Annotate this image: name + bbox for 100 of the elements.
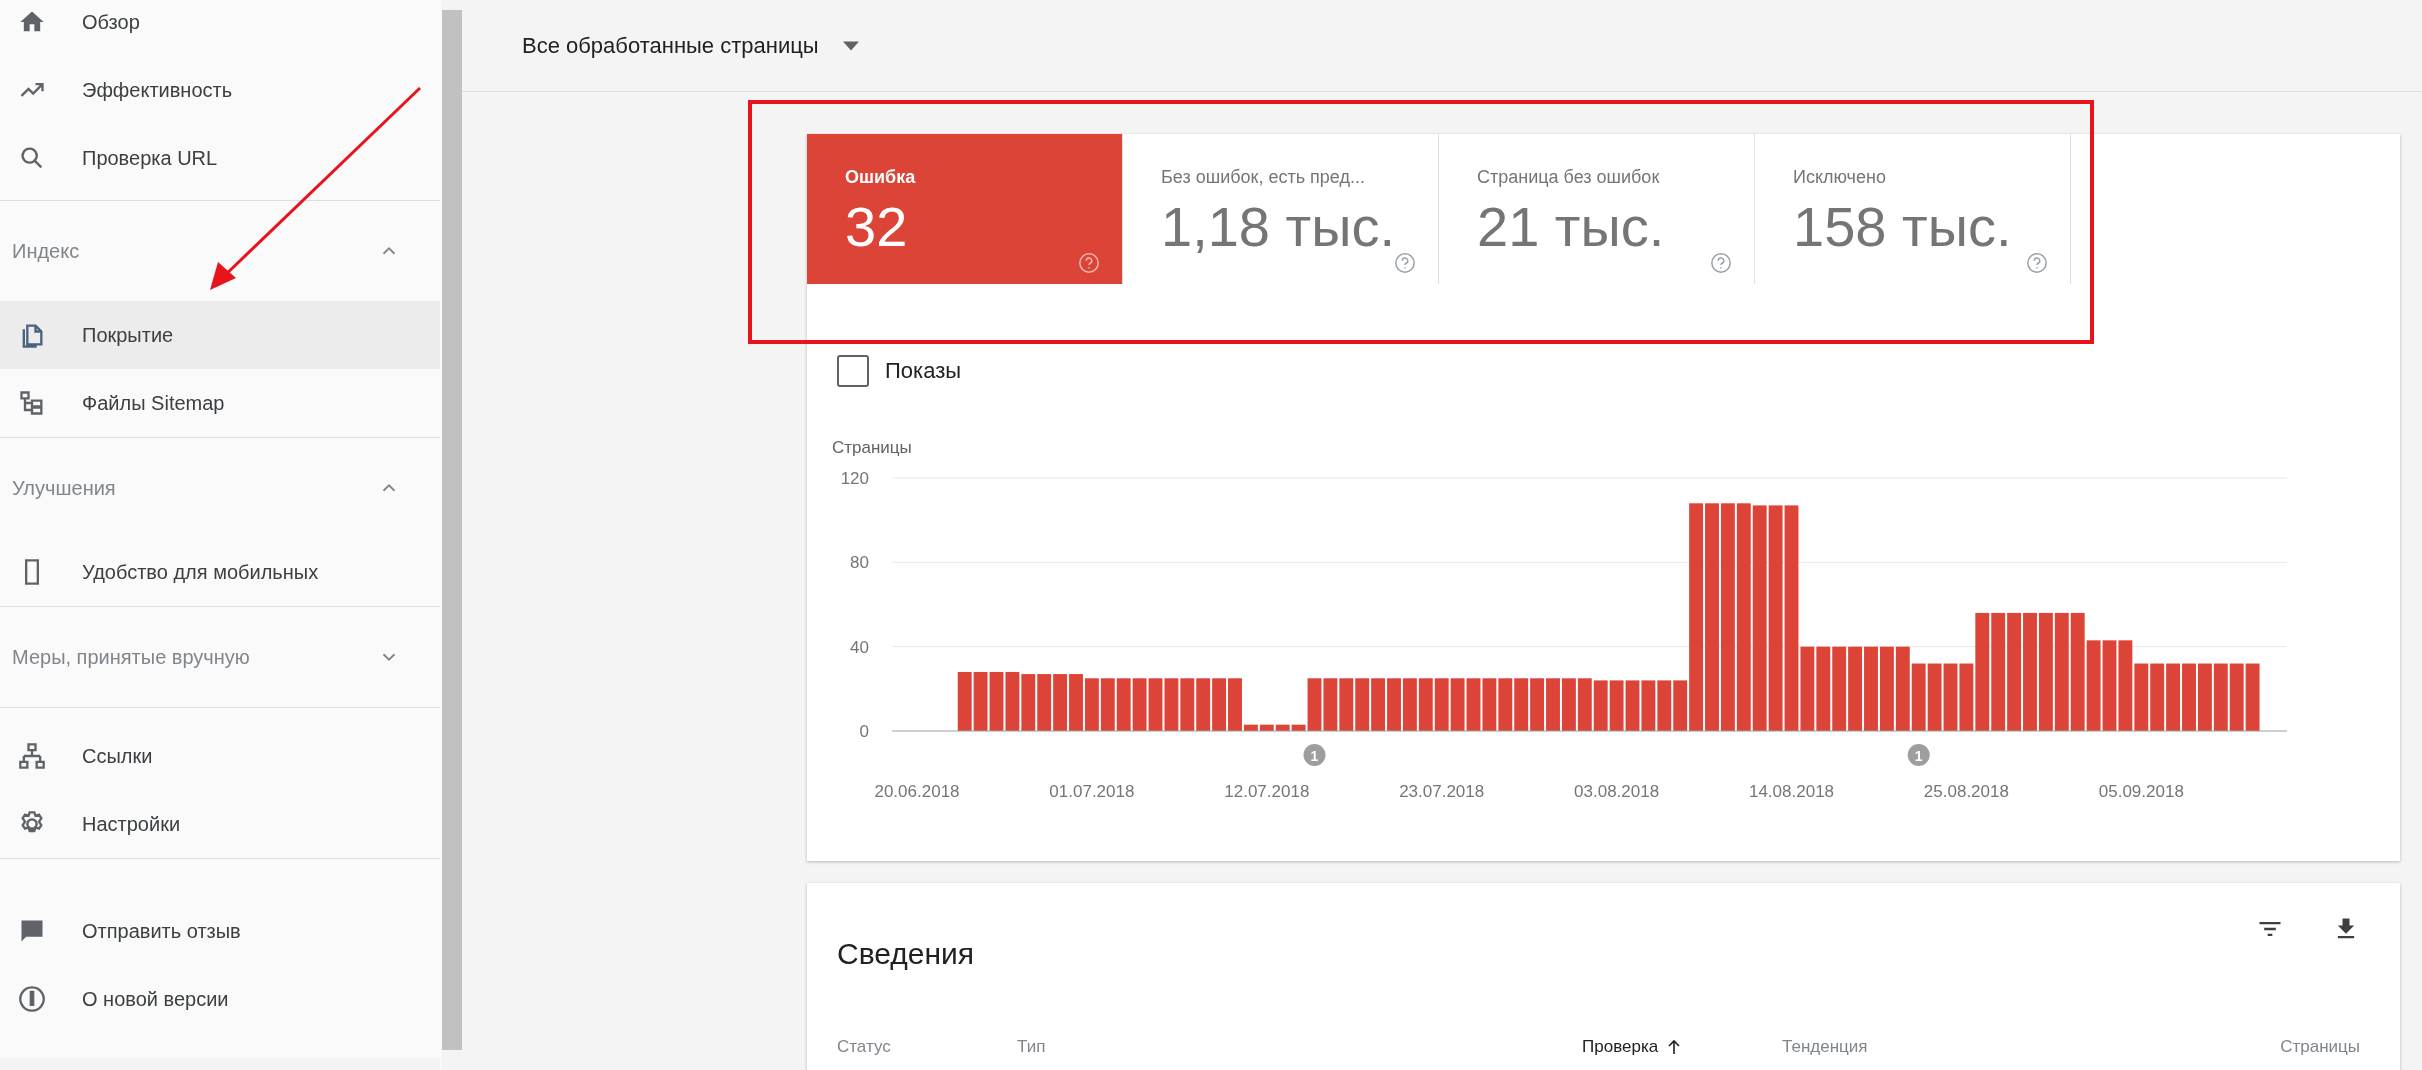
sidebar-item[interactable]: Удобство для мобильных (0, 538, 440, 606)
bar[interactable] (1720, 503, 1735, 731)
bar[interactable] (1752, 505, 1767, 731)
bar[interactable] (1307, 678, 1322, 731)
bar[interactable] (1355, 678, 1370, 731)
bar[interactable] (2007, 612, 2022, 731)
bar[interactable] (1180, 678, 1195, 731)
bar[interactable] (2166, 663, 2181, 731)
bar[interactable] (2038, 612, 2053, 731)
bar[interactable] (1275, 724, 1290, 731)
scrollbar[interactable] (442, 10, 462, 1050)
bar[interactable] (1291, 724, 1306, 731)
bar[interactable] (973, 671, 988, 731)
sidebar-item[interactable]: Проверка URL (0, 124, 440, 192)
sidebar-item[interactable]: Покрытие (0, 301, 440, 369)
bar[interactable] (1561, 678, 1576, 731)
bar[interactable] (1498, 678, 1513, 731)
bar[interactable] (1323, 678, 1338, 731)
bar[interactable] (2197, 663, 2212, 731)
bar[interactable] (989, 671, 1004, 731)
bar[interactable] (1641, 680, 1656, 731)
bar[interactable] (1625, 680, 1640, 731)
sidebar-item[interactable]: Файлы Sitemap (0, 369, 440, 437)
sidebar-item[interactable]: О новой версии (0, 965, 440, 1033)
sidebar-item[interactable]: Настройки (0, 790, 440, 858)
bar[interactable] (1689, 503, 1704, 731)
bar[interactable] (1848, 646, 1863, 731)
bar[interactable] (2150, 663, 2165, 731)
status-tab[interactable]: Страница без ошибок 21 тыс. (1439, 134, 1755, 284)
bar[interactable] (1927, 663, 1942, 731)
bar[interactable] (1466, 678, 1481, 731)
bar[interactable] (1736, 503, 1751, 731)
bar[interactable] (1021, 674, 1036, 731)
bar[interactable] (1911, 663, 1926, 731)
bar[interactable] (1514, 678, 1529, 731)
bar[interactable] (1816, 646, 1831, 731)
bar[interactable] (1418, 678, 1433, 731)
column-header[interactable]: Тенденция (1782, 1037, 1868, 1056)
bar[interactable] (1800, 646, 1815, 731)
bar[interactable] (1577, 678, 1592, 731)
bar[interactable] (1482, 678, 1497, 731)
help-icon[interactable] (1078, 252, 1100, 274)
filter-dropdown[interactable]: Все обработанные страницы (522, 29, 859, 62)
help-icon[interactable] (2026, 252, 2048, 274)
bar[interactable] (1943, 663, 1958, 731)
bar[interactable] (1116, 678, 1131, 731)
bar[interactable] (1434, 678, 1449, 731)
bar[interactable] (2118, 640, 2133, 731)
bar[interactable] (1657, 680, 1672, 731)
bar[interactable] (1593, 680, 1608, 731)
bar[interactable] (2102, 640, 2117, 731)
bar[interactable] (1339, 678, 1354, 731)
bar[interactable] (1037, 674, 1052, 731)
status-tab[interactable]: Без ошибок, есть пред... 1,18 тыс. (1123, 134, 1439, 284)
sidebar-item[interactable]: Обзор (0, 0, 440, 56)
help-icon[interactable] (1710, 252, 1732, 274)
bar[interactable] (1212, 678, 1227, 731)
column-header[interactable]: Статус (837, 1037, 891, 1056)
bar[interactable] (1768, 505, 1783, 731)
bar[interactable] (1084, 678, 1099, 731)
help-icon[interactable] (1394, 252, 1416, 274)
status-tab[interactable]: Исключено 158 тыс. (1755, 134, 2071, 284)
sidebar-item[interactable]: Эффективность (0, 56, 440, 124)
bar[interactable] (1673, 680, 1688, 731)
bar[interactable] (1371, 678, 1386, 731)
bar[interactable] (1832, 646, 1847, 731)
bar[interactable] (1100, 678, 1115, 731)
bar[interactable] (1243, 724, 1258, 731)
bar[interactable] (1402, 678, 1417, 731)
checkbox[interactable] (837, 354, 869, 387)
bar[interactable] (1784, 505, 1799, 731)
bar[interactable] (2054, 612, 2069, 731)
bar[interactable] (1530, 678, 1545, 731)
bar[interactable] (1164, 678, 1179, 731)
bar[interactable] (1196, 678, 1211, 731)
column-header[interactable]: Проверка (1582, 1034, 1683, 1060)
bar[interactable] (2070, 612, 2085, 731)
bar[interactable] (1450, 678, 1465, 731)
bar[interactable] (1959, 663, 1974, 731)
bar[interactable] (1991, 612, 2006, 731)
column-header[interactable]: Страницы (2280, 1037, 2360, 1056)
bar[interactable] (1879, 646, 1894, 731)
status-tab[interactable]: Ошибка 32 (807, 134, 1123, 284)
bar[interactable] (2213, 663, 2228, 731)
sidebar-item[interactable]: Ссылки (0, 722, 440, 790)
column-header[interactable]: Тип (1017, 1037, 1046, 1056)
bar[interactable] (1148, 678, 1163, 731)
bar[interactable] (1259, 724, 1274, 731)
bar[interactable] (1895, 646, 1910, 731)
sidebar-item[interactable]: Отправить отзыв (0, 897, 440, 965)
bar[interactable] (2229, 663, 2244, 731)
bar[interactable] (1975, 612, 1990, 731)
bar[interactable] (2245, 663, 2260, 731)
bar[interactable] (1005, 671, 1020, 731)
bar[interactable] (2086, 640, 2101, 731)
bar[interactable] (1132, 678, 1147, 731)
bar[interactable] (957, 671, 972, 731)
bar[interactable] (1053, 674, 1068, 731)
bar[interactable] (1609, 680, 1624, 731)
bar[interactable] (2134, 663, 2149, 731)
